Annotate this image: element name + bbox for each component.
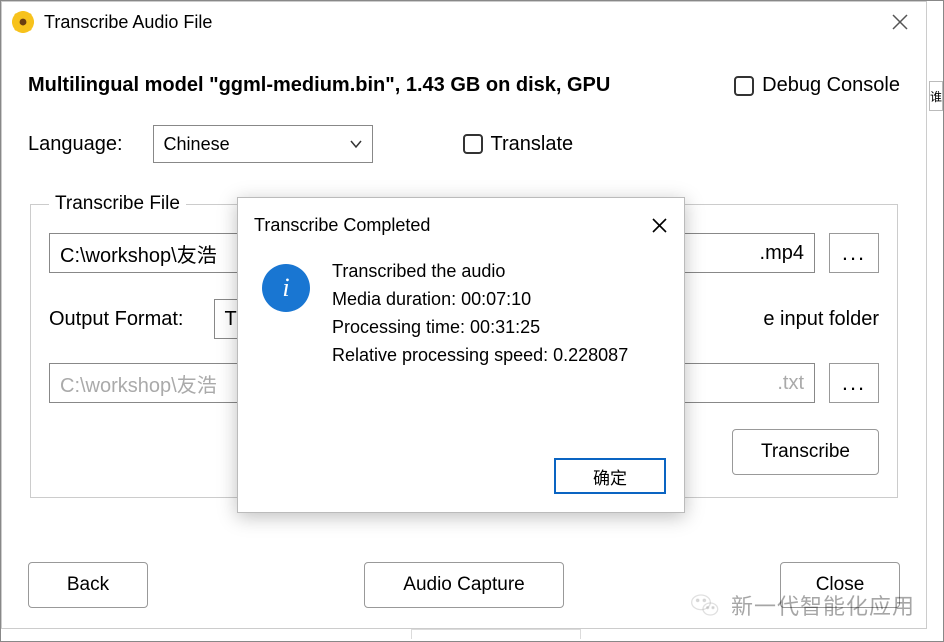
dialog-message: Transcribed the audio Media duration: 00… (332, 258, 628, 458)
debug-console-checkbox[interactable]: Debug Console (734, 74, 900, 97)
app-icon (12, 11, 34, 33)
browse-input-button[interactable]: ... (829, 233, 879, 273)
output-format-label: Output Format: (49, 308, 184, 331)
group-legend: Transcribe File (49, 193, 186, 215)
language-label: Language: (28, 133, 123, 156)
background-fragment-box (411, 629, 581, 639)
dialog-ok-button[interactable]: 确定 (554, 458, 666, 494)
language-select[interactable]: Chinese (153, 125, 373, 163)
titlebar: Transcribe Audio File (2, 2, 926, 42)
window-close-button[interactable] (878, 2, 922, 42)
window-title: Transcribe Audio File (44, 12, 878, 33)
close-icon (652, 218, 667, 233)
close-button[interactable]: Close (780, 562, 900, 608)
audio-capture-button[interactable]: Audio Capture (364, 562, 564, 608)
chevron-down-icon (350, 138, 362, 150)
model-description: Multilingual model "ggml-medium.bin", 1.… (28, 74, 610, 97)
back-button[interactable]: Back (28, 562, 148, 608)
info-icon: i (262, 264, 310, 312)
completion-dialog: Transcribe Completed i Transcribed the a… (237, 197, 685, 513)
translate-checkbox[interactable]: Translate (463, 133, 574, 156)
transcribe-button[interactable]: Transcribe (732, 429, 879, 475)
checkbox-box (734, 76, 754, 96)
dialog-close-button[interactable] (646, 212, 672, 238)
close-icon (892, 14, 908, 30)
browse-output-button[interactable]: ... (829, 363, 879, 403)
checkbox-box (463, 134, 483, 154)
translate-label: Translate (491, 133, 574, 156)
language-value: Chinese (164, 134, 230, 155)
footer-buttons: Back Audio Capture Close (28, 562, 900, 608)
debug-console-label: Debug Console (762, 74, 900, 97)
dialog-title: Transcribe Completed (254, 215, 430, 236)
save-folder-label-fragment: e input folder (763, 308, 879, 331)
background-fragment: 谁 (929, 81, 943, 111)
